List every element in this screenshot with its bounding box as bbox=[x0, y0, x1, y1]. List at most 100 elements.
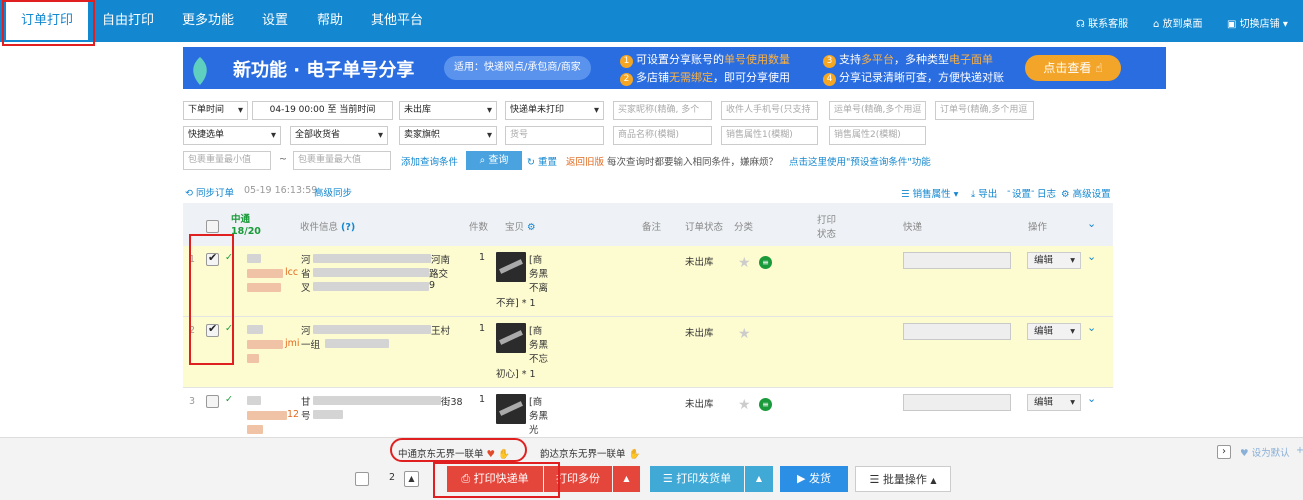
send-icon: ▶ bbox=[797, 472, 806, 485]
quick-select-select[interactable]: 快捷选单 bbox=[183, 126, 281, 145]
settings-link[interactable]: 设置 bbox=[1012, 186, 1031, 200]
table-row[interactable]: 1 ✓ lcc 河 河南 省 路交 叉 9 1 [商 务黑 不离 不弃] * 1… bbox=[183, 246, 1113, 317]
tab-more-features[interactable]: 更多功能 bbox=[182, 0, 234, 42]
check-mark-icon: ✓ bbox=[225, 323, 233, 334]
row-expand-icon[interactable]: ⌄ bbox=[1087, 250, 1096, 263]
item-thumbnail[interactable] bbox=[496, 394, 526, 424]
sync-orders-link[interactable]: ⟲ 同步订单 bbox=[185, 185, 234, 199]
promo-banner[interactable]: 新功能 · 电子单号分享 适用：快递网点/承包商/商家 1 可设置分享账号的单号使… bbox=[183, 47, 1166, 89]
province-select[interactable]: 全部收货省 bbox=[290, 126, 388, 145]
star-icon[interactable]: ★ bbox=[738, 255, 751, 271]
gear-icon[interactable]: ⚙ bbox=[527, 222, 536, 233]
express-number-input[interactable] bbox=[903, 394, 1011, 411]
invoice-options-caret-icon[interactable]: ▲ bbox=[745, 466, 773, 492]
date-range-input[interactable]: 04-19 00:00 至 当前时间 bbox=[252, 101, 393, 120]
express-number-input[interactable] bbox=[903, 252, 1011, 269]
edit-dropdown-button[interactable]: 编辑 bbox=[1027, 252, 1081, 269]
print-multiple-button[interactable]: 打印多份 bbox=[544, 466, 612, 492]
print-status-select[interactable]: 快递单未打印 bbox=[505, 101, 604, 120]
item-title-1: [商 bbox=[529, 326, 543, 337]
add-to-desktop-label: 放到桌面 bbox=[1162, 19, 1203, 30]
table-row[interactable]: 3 ✓ 12 甘 街38 号 1 [商 务黑 光 未出库 ★ ≡ 编辑 ⌄ bbox=[183, 388, 1113, 438]
star-icon[interactable]: ★ bbox=[738, 397, 751, 413]
express-number-input[interactable] bbox=[903, 323, 1011, 340]
advanced-sync-link[interactable]: 高级同步 bbox=[314, 185, 352, 199]
sales-attr2-input[interactable]: 销售属性2(模糊) bbox=[829, 126, 926, 145]
ship-button[interactable]: ▶ 发货 bbox=[780, 466, 848, 492]
template-yunda-jd[interactable]: 韵达京东无界一联单 ✋ bbox=[540, 446, 640, 460]
refresh-icon: ↻ bbox=[527, 157, 535, 168]
buyer-nickname-input[interactable]: 买家昵称(精确, 多个 bbox=[613, 101, 712, 120]
row-checkbox[interactable] bbox=[206, 251, 219, 266]
print-express-button[interactable]: ⎙ 打印快递单 bbox=[447, 466, 543, 492]
gear-icon: ⚙ bbox=[1061, 189, 1070, 200]
edit-dropdown-button[interactable]: 编辑 bbox=[1027, 323, 1081, 340]
expand-all-icon[interactable]: ⌄ bbox=[1087, 217, 1096, 230]
help-icon[interactable]: (?) bbox=[341, 222, 355, 233]
weight-min-input[interactable]: 包裹重量最小值 bbox=[183, 151, 271, 170]
star-icon[interactable]: ★ bbox=[738, 326, 751, 342]
list-icon: ☰ bbox=[901, 189, 910, 200]
header-qty: 件数 bbox=[469, 222, 489, 233]
time-type-select[interactable]: 下单时间 bbox=[183, 101, 248, 120]
select-all-checkbox[interactable] bbox=[206, 220, 219, 233]
courier-count: 18/20 bbox=[231, 226, 261, 237]
chevron-right-icon[interactable]: › bbox=[1217, 445, 1231, 459]
waybill-number-input[interactable]: 运单号(精确,多个用逗 bbox=[829, 101, 926, 120]
item-thumbnail[interactable] bbox=[496, 323, 526, 353]
tab-other-platforms[interactable]: 其他平台 bbox=[371, 0, 423, 42]
banner-view-button[interactable]: 点击查看 ☝ bbox=[1025, 55, 1121, 81]
item-title-4: 初心] * 1 bbox=[496, 369, 536, 380]
hand-icon: ✋ bbox=[498, 449, 510, 460]
print-icon: ⎙ bbox=[461, 472, 471, 485]
print-options-caret-icon[interactable]: ▲ bbox=[613, 466, 640, 492]
tab-settings[interactable]: 设置 bbox=[262, 0, 288, 42]
row-checkbox[interactable] bbox=[206, 322, 219, 337]
set-default-link[interactable]: ♥ 设为默认 bbox=[1240, 445, 1290, 459]
order-status: 未出库 bbox=[685, 328, 714, 339]
preset-condition-link[interactable]: 点击这里使用"预设查询条件"功能 bbox=[789, 154, 931, 168]
edit-dropdown-button[interactable]: 编辑 bbox=[1027, 394, 1081, 411]
item-thumbnail[interactable] bbox=[496, 252, 526, 282]
add-condition-link[interactable]: 添加查询条件 bbox=[401, 154, 458, 168]
plus-icon[interactable]: + bbox=[1296, 445, 1303, 456]
seller-flag-select[interactable]: 卖家旗帜 bbox=[399, 126, 497, 145]
order-number-input[interactable]: 订单号(精确,多个用逗 bbox=[935, 101, 1034, 120]
banner-applies: 适用：快递网点/承包商/商家 bbox=[444, 56, 591, 80]
row-expand-icon[interactable]: ⌄ bbox=[1087, 321, 1096, 334]
caret-up-icon[interactable]: ▲ bbox=[404, 471, 419, 487]
log-link[interactable]: 日志 bbox=[1037, 186, 1056, 200]
stock-status-select[interactable]: 未出库 bbox=[399, 101, 497, 120]
sales-attr1-input[interactable]: 销售属性1(模糊) bbox=[721, 126, 818, 145]
table-row[interactable]: 2 ✓ jmi 河 王村 一组 1 [商 务黑 不忘 初心] * 1 未出库 ★… bbox=[183, 317, 1113, 388]
bottom-select-all-checkbox[interactable] bbox=[355, 472, 369, 486]
old-version-link[interactable]: 返回旧版 bbox=[566, 154, 604, 168]
contact-service-link[interactable]: ☊ 联系客服 bbox=[1076, 15, 1128, 30]
weight-max-input[interactable]: 包裹重量最大值 bbox=[293, 151, 391, 170]
tab-free-print[interactable]: 自由打印 bbox=[102, 0, 154, 42]
print-invoice-button[interactable]: ☰ 打印发货单 bbox=[650, 466, 744, 492]
advanced-settings-link[interactable]: ⚙ 高级设置 bbox=[1061, 186, 1111, 200]
export-link[interactable]: ⤓ 导出 bbox=[971, 186, 997, 200]
header-recipient-label: 收件信息 bbox=[300, 222, 339, 233]
list-icon: ☰ bbox=[662, 472, 673, 485]
masked-phone bbox=[247, 354, 259, 363]
goods-number-input[interactable]: 货号 bbox=[505, 126, 604, 145]
switch-shop-link[interactable]: ▣ 切换店铺 ▾ bbox=[1227, 15, 1288, 30]
header-items: 宝贝 ⚙ bbox=[505, 219, 536, 233]
template-zto-jd[interactable]: 中通京东无界一联单 ♥ ✋ bbox=[398, 446, 510, 460]
recipient-phone-input[interactable]: 收件人手机号(只支持 bbox=[721, 101, 818, 120]
reset-link[interactable]: ↻ 重置 bbox=[527, 154, 557, 168]
row-checkbox[interactable] bbox=[206, 395, 219, 408]
feature-highlight: 单号使用数量 bbox=[724, 53, 790, 66]
feature-text: 多店铺 bbox=[636, 71, 669, 84]
query-button[interactable]: ⌕ 查询 bbox=[466, 151, 522, 170]
tab-help[interactable]: 帮助 bbox=[317, 0, 343, 42]
add-to-desktop-link[interactable]: ⌂ 放到桌面 bbox=[1153, 15, 1203, 30]
batch-operations-button[interactable]: ☰ 批量操作 ▲ bbox=[855, 466, 951, 492]
tab-order-print[interactable]: 订单打印 bbox=[6, 0, 88, 42]
sales-attr-dropdown[interactable]: ☰ 销售属性 ▾ bbox=[901, 186, 958, 200]
goods-name-input[interactable]: 商品名称(模糊) bbox=[613, 126, 712, 145]
row-expand-icon[interactable]: ⌄ bbox=[1087, 392, 1096, 405]
contact-service-label: 联系客服 bbox=[1088, 19, 1129, 30]
